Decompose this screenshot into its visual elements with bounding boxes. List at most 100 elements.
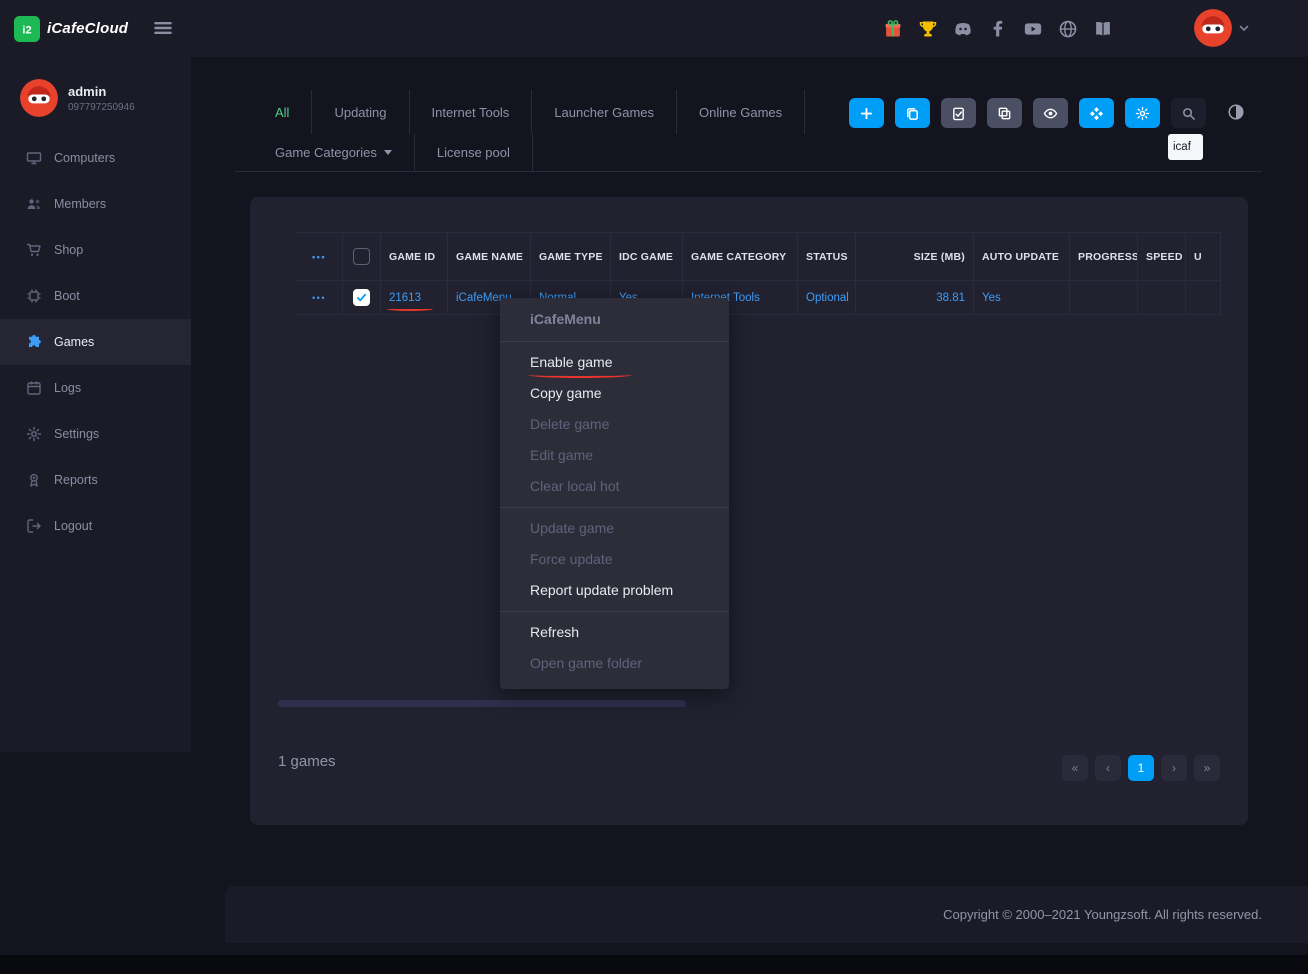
sidebar-item-shop[interactable]: Shop	[0, 227, 191, 273]
brand-logo-icon: i2	[14, 16, 40, 42]
menu-divider	[500, 507, 729, 508]
youtube-icon[interactable]	[1023, 19, 1043, 39]
page-button-2[interactable]: ‹	[1095, 755, 1121, 781]
menu-item-label: Update game	[530, 520, 614, 536]
menu-item-label: Edit game	[530, 447, 593, 463]
menu-item-copy-game[interactable]: Copy game	[500, 378, 729, 409]
tab-updating[interactable]: Updating	[312, 90, 409, 134]
horizontal-scrollbar-thumb[interactable]	[278, 700, 686, 707]
page-button-1[interactable]: «	[1062, 755, 1088, 781]
select-all-checkbox[interactable]	[353, 248, 370, 265]
batch-tasks-button[interactable]	[941, 98, 976, 128]
menu-item-open-game-folder: Open game folder	[500, 648, 729, 679]
page-button-3[interactable]: 1	[1128, 755, 1154, 781]
user-avatar-menu[interactable]	[1194, 9, 1250, 47]
tab-all[interactable]: All	[253, 90, 312, 134]
sidebar-item-reports[interactable]: Reports	[0, 457, 191, 503]
sidebar-item-games[interactable]: Games	[0, 319, 191, 365]
menu-item-clear-local-hot: Clear local hot	[500, 471, 729, 502]
menu-item-enable-game[interactable]: Enable game	[500, 347, 729, 378]
sidebar-item-settings[interactable]: Settings	[0, 411, 191, 457]
sidebar-item-label: Games	[54, 335, 94, 349]
search-icon	[1181, 106, 1196, 121]
sidebar-item-boot[interactable]: Boot	[0, 273, 191, 319]
categories-button[interactable]	[1079, 98, 1114, 128]
duplicate-icon	[997, 106, 1012, 121]
sidebar-item-label: Reports	[54, 473, 98, 487]
sidebar-item-label: Logs	[54, 381, 81, 395]
pagination: « ‹ 1 › »	[1062, 755, 1220, 781]
tasks-icon	[951, 106, 966, 121]
copy-icon	[905, 106, 920, 121]
manual-icon[interactable]	[1093, 19, 1113, 39]
view-button[interactable]	[1033, 98, 1068, 128]
sidebar-item-label: Computers	[54, 151, 115, 165]
table-body: •••21613iCafeMenuNormalYesInternet Tools…	[296, 281, 1221, 315]
globe-half-icon[interactable]	[1227, 103, 1245, 121]
tab-label: Launcher Games	[554, 105, 654, 120]
cell-game-id: 21613	[381, 281, 448, 314]
plus-icon	[859, 106, 874, 121]
cell-checkbox	[343, 281, 381, 314]
column-header-u: U	[1186, 233, 1221, 281]
game-settings-button[interactable]	[1125, 98, 1160, 128]
gift-icon[interactable]	[883, 19, 903, 39]
row-menu-button[interactable]: •••	[312, 293, 326, 303]
topbar: i2 iCafeCloud	[0, 0, 1308, 57]
tab-launcher-games[interactable]: Launcher Games	[532, 90, 677, 134]
sidebar-item-label: Boot	[54, 289, 80, 303]
search-button[interactable]	[1171, 98, 1206, 128]
reports-icon	[26, 472, 42, 488]
cell-menu: •••	[296, 281, 343, 314]
tab-online-games[interactable]: Online Games	[677, 90, 805, 134]
sidebar-item-logs[interactable]: Logs	[0, 365, 191, 411]
column-header-label: STATUS	[806, 251, 848, 263]
menu-item-delete-game: Delete game	[500, 409, 729, 440]
settings-icon	[26, 426, 42, 442]
context-menu: iCafeMenu Enable gameCopy gameDelete gam…	[500, 298, 729, 689]
sidebar-item-label: Members	[54, 197, 106, 211]
toolbar	[849, 98, 1206, 128]
discord-icon[interactable]	[953, 19, 973, 39]
column-header-label: IDC GAME	[619, 251, 673, 263]
menu-item-update-game: Update game	[500, 513, 729, 544]
menu-item-report-update-problem[interactable]: Report update problem	[500, 575, 729, 606]
computers-icon	[26, 150, 42, 166]
logout-icon	[26, 518, 42, 534]
boot-icon	[26, 288, 42, 304]
facebook-icon[interactable]	[988, 19, 1008, 39]
hamburger-menu-icon[interactable]	[152, 17, 174, 39]
tab-game-categories[interactable]: Game Categories	[253, 134, 415, 171]
duplicate-button[interactable]	[987, 98, 1022, 128]
row-checkbox[interactable]	[353, 289, 370, 306]
column-header-label: GAME TYPE	[539, 251, 603, 263]
sidebar-item-members[interactable]: Members	[0, 181, 191, 227]
page-button-5[interactable]: »	[1194, 755, 1220, 781]
search-input[interactable]	[1168, 134, 1203, 160]
tab-license-pool[interactable]: License pool	[415, 134, 533, 171]
brand-title: iCafeCloud	[47, 20, 128, 37]
menu-item-refresh[interactable]: Refresh	[500, 617, 729, 648]
chevron-down-icon	[384, 150, 392, 155]
copy-game-button[interactable]	[895, 98, 930, 128]
sidebar: admin 097797250946 ComputersMembersShopB…	[0, 57, 191, 752]
menu-item-label: Force update	[530, 551, 613, 567]
svg-text:i2: i2	[22, 24, 31, 36]
column-header-progress: PROGRESS	[1070, 233, 1138, 281]
logs-icon	[26, 380, 42, 396]
cell-value: 38.81	[936, 292, 965, 304]
trophy-icon[interactable]	[918, 19, 938, 39]
globe-icon[interactable]	[1058, 19, 1078, 39]
sidebar-item-logout[interactable]: Logout	[0, 503, 191, 549]
members-icon	[26, 196, 42, 212]
column-header-label: SPEED	[1146, 251, 1183, 263]
sidebar-item-computers[interactable]: Computers	[0, 135, 191, 181]
add-game-button[interactable]	[849, 98, 884, 128]
page-button-4[interactable]: ›	[1161, 755, 1187, 781]
cell-u	[1186, 281, 1221, 314]
menu-item-label: Report update problem	[530, 582, 673, 598]
header-menu-icon: •••	[312, 252, 326, 262]
tab-label: Internet Tools	[432, 105, 510, 120]
tab-internet-tools[interactable]: Internet Tools	[410, 90, 533, 134]
tab-label: License pool	[437, 145, 510, 160]
